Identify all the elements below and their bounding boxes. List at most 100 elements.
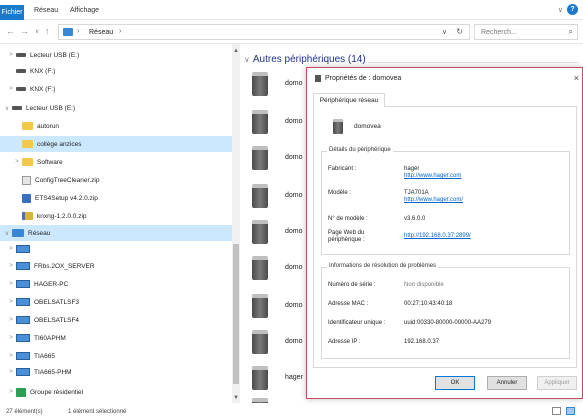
tree-item[interactable]: > TIA665 <box>0 348 232 364</box>
device-label: domo <box>285 302 303 309</box>
expand-arrow-icon[interactable]: > <box>6 299 16 305</box>
breadcrumb-separator[interactable]: › <box>119 28 121 35</box>
device-item[interactable]: domo <box>252 68 312 104</box>
recent-dropdown-icon[interactable]: ∨ <box>35 28 39 35</box>
expand-arrow-icon[interactable]: > <box>6 369 16 375</box>
device-item[interactable]: domo <box>252 180 312 216</box>
expand-arrow-icon[interactable]: > <box>6 246 16 252</box>
breadcrumb-network[interactable]: Réseau <box>89 29 113 36</box>
details-legend: Détails du périphérique <box>327 147 393 153</box>
device-item[interactable]: domo <box>252 252 312 288</box>
device-item[interactable] <box>252 394 312 403</box>
close-icon[interactable]: × <box>574 73 579 83</box>
scrollbar-thumb[interactable] <box>233 244 239 384</box>
breadcrumb-separator[interactable]: › <box>77 28 79 35</box>
tree-item[interactable]: autorun <box>0 118 232 134</box>
uid-label: Identificateur unique : <box>328 320 386 326</box>
tree-item-label: FRbs.2OX_SERVER <box>34 262 95 270</box>
address-bar[interactable]: › Réseau › ∨ ↻ <box>58 24 470 40</box>
tree-item[interactable]: > <box>0 241 232 257</box>
expand-arrow-icon[interactable]: > <box>6 335 16 341</box>
back-button[interactable]: ← <box>6 26 15 36</box>
tree-item[interactable]: ETS4Setup v4.2.0.zip <box>0 190 232 206</box>
model-value: TJA701A <box>404 190 429 196</box>
tree-item[interactable]: > FRbs.2OX_SERVER <box>0 258 232 274</box>
web-page-link[interactable]: http://192.168.0.37:2899/ <box>404 233 471 240</box>
group-collapse-icon[interactable]: ∨ <box>244 55 250 64</box>
model-link[interactable]: http://www.hager.com/ <box>404 197 463 204</box>
tree-item[interactable]: > OBELSATLSF4 <box>0 312 232 328</box>
device-item[interactable]: domo <box>252 106 312 142</box>
tree-item-label: Réseau <box>28 229 51 237</box>
large-icons-view-icon[interactable] <box>566 407 575 415</box>
scroll-down-icon[interactable]: ▼ <box>233 395 239 401</box>
tab-view[interactable]: Affichage <box>70 7 99 14</box>
tree-item-label: ConfigTreeCleaner.zip <box>35 176 100 184</box>
folder-icon <box>22 122 33 130</box>
apply-button[interactable]: Appliquer <box>537 376 577 390</box>
device-item[interactable]: domo <box>252 326 312 362</box>
tab-file[interactable]: Fichier <box>0 5 24 20</box>
search-input[interactable]: Recherch... ⌕ <box>474 24 578 40</box>
address-dropdown-icon[interactable]: ∨ <box>442 28 447 36</box>
tree-item[interactable]: > Groupe résidentiel <box>0 384 232 400</box>
tree-item[interactable]: > HAGER-PC <box>0 276 232 292</box>
expand-arrow-icon[interactable]: > <box>6 86 16 92</box>
ribbon-expand-icon[interactable]: ∨ <box>558 6 563 14</box>
expand-arrow-icon[interactable]: > <box>6 281 16 287</box>
tree-item[interactable]: > TIA665-PHM <box>0 364 232 380</box>
device-label: domo <box>285 228 303 235</box>
manufacturer-link[interactable]: http://www.hager.com <box>404 173 461 180</box>
expand-arrow-icon[interactable]: > <box>6 52 16 58</box>
web-page-label: Page Web du <box>328 230 365 236</box>
device-item[interactable]: domo <box>252 290 312 326</box>
device-icon <box>252 72 268 96</box>
tree-item[interactable]: ∨ Lecteur USB (E:) <box>0 100 232 116</box>
ok-button[interactable]: OK <box>435 376 475 390</box>
computer-icon <box>16 352 30 360</box>
expand-arrow-icon[interactable]: > <box>6 389 16 395</box>
usb-drive-icon <box>16 69 26 73</box>
cancel-button[interactable]: Annuler <box>487 376 527 390</box>
tree-item[interactable]: > Lecteur USB (E:) <box>0 47 232 63</box>
troubleshooting-legend: Informations de résolution de problèmes <box>327 263 439 269</box>
tab-network[interactable]: Réseau <box>34 7 58 14</box>
device-item[interactable]: hager <box>252 362 312 398</box>
tree-item[interactable]: KNX (F:) <box>0 63 232 79</box>
up-button[interactable]: ↑ <box>45 26 50 36</box>
tree-item-selected[interactable]: collège anzices <box>0 136 232 152</box>
forward-button[interactable]: → <box>20 26 29 36</box>
tree-item[interactable]: > TI60APHM <box>0 330 232 346</box>
device-icon <box>333 119 343 134</box>
tree-item-label: KNX (F:) <box>30 85 56 93</box>
expand-arrow-icon[interactable]: > <box>6 317 16 323</box>
ip-label: Adresse IP : <box>328 339 361 345</box>
expand-arrow-icon[interactable]: > <box>12 159 22 165</box>
computer-icon <box>16 280 30 288</box>
tree-item-network[interactable]: ∨ Réseau <box>0 225 232 241</box>
search-icon[interactable]: ⌕ <box>569 27 573 37</box>
group-header[interactable]: ∨ Autres périphériques (14) <box>244 54 366 65</box>
expand-arrow-icon[interactable]: > <box>6 263 16 269</box>
tree-item[interactable]: knxng-1.2.0.0.zip <box>0 208 232 224</box>
details-view-icon[interactable] <box>552 407 561 415</box>
dialog-titlebar[interactable]: Propriétés de : domovea × <box>307 68 582 88</box>
tree-item[interactable]: ConfigTreeCleaner.zip <box>0 172 232 188</box>
navigation-scrollbar[interactable]: ▲ ▼ <box>232 44 240 403</box>
tree-item[interactable]: > OBELSATLSF3 <box>0 294 232 310</box>
tree-item[interactable]: > Software <box>0 154 232 170</box>
address-row: ← → ∨ ↑ › Réseau › ∨ ↻ Recherch... ⌕ <box>0 20 583 44</box>
device-icon <box>252 366 268 390</box>
collapse-arrow-icon[interactable]: ∨ <box>2 105 12 112</box>
device-item[interactable]: domo <box>252 216 312 252</box>
scroll-up-icon[interactable]: ▲ <box>233 48 239 54</box>
usb-drive-icon <box>12 106 22 110</box>
tab-network-device[interactable]: Périphérique réseau <box>313 93 385 107</box>
expand-arrow-icon[interactable]: > <box>6 353 16 359</box>
refresh-icon[interactable]: ↻ <box>456 27 463 36</box>
collapse-arrow-icon[interactable]: ∨ <box>2 230 12 237</box>
help-icon[interactable]: ? <box>567 4 578 15</box>
device-item[interactable]: domo <box>252 142 312 178</box>
tree-item[interactable]: > KNX (F:) <box>0 81 232 97</box>
tree-item-label: TIA665 <box>34 352 55 360</box>
